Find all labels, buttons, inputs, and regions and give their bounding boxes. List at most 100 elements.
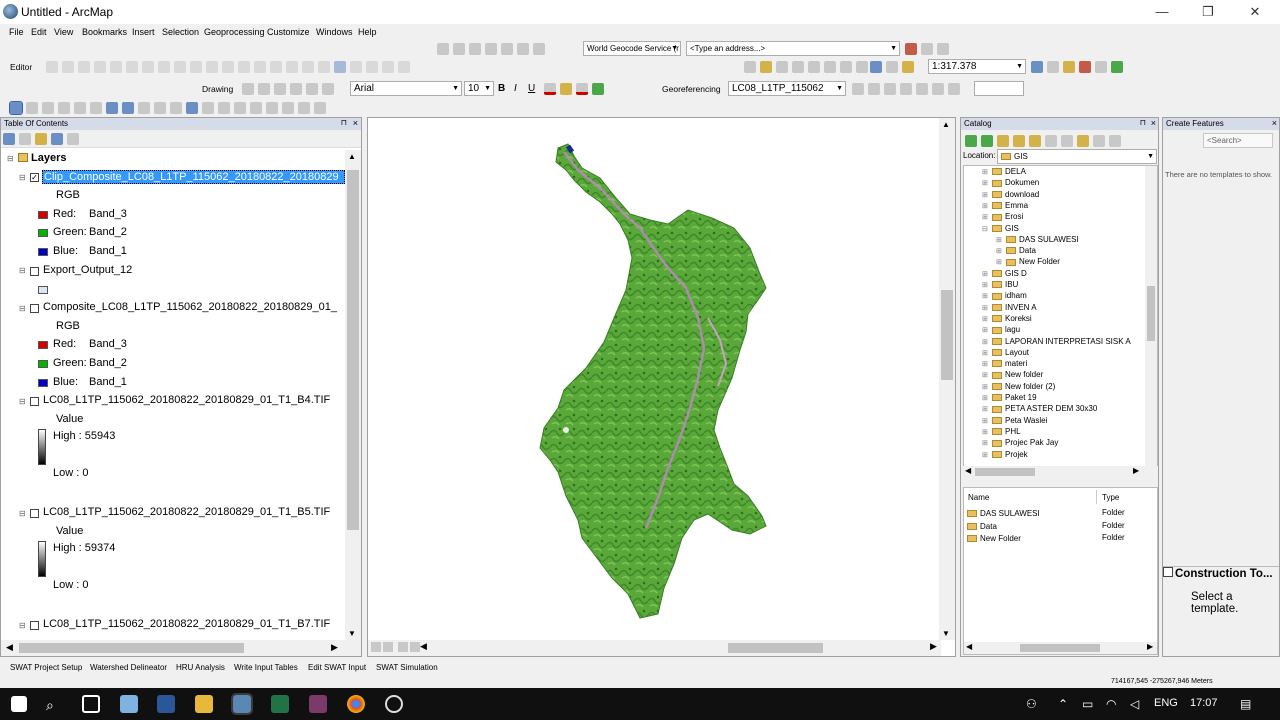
editor-toolbar-icon[interactable] bbox=[1031, 61, 1043, 73]
georef-tool-icon[interactable] bbox=[900, 83, 912, 95]
georef-layer-select[interactable]: LC08_L1TP_115062 ▼ bbox=[728, 81, 846, 96]
snap-icon[interactable] bbox=[469, 43, 481, 55]
expand-icon[interactable]: ⊞ bbox=[982, 439, 992, 447]
layer-name[interactable]: LC08_L1TP_115062_20180822_20180829_01_T1… bbox=[43, 394, 330, 406]
rotate-icon[interactable] bbox=[258, 83, 270, 95]
people-icon[interactable]: ⚇ bbox=[1026, 697, 1037, 711]
chevron-left-icon[interactable]: ◀ bbox=[6, 642, 13, 653]
expand-icon[interactable]: ⊞ bbox=[982, 315, 992, 323]
polygon-symbol[interactable] bbox=[38, 286, 48, 294]
expand-icon[interactable]: ⊞ bbox=[982, 338, 992, 346]
refresh-icon[interactable] bbox=[398, 642, 408, 652]
menu-file[interactable]: File bbox=[9, 27, 24, 37]
address-input[interactable]: <Type an address...> ▼ bbox=[686, 41, 900, 56]
list-item[interactable]: DAS SULAWESI Folder bbox=[967, 508, 1155, 520]
edit-tool-icon[interactable] bbox=[286, 61, 298, 73]
new-document-icon[interactable] bbox=[744, 61, 756, 73]
catalog-window-icon[interactable] bbox=[1063, 61, 1075, 73]
georef-tool-icon[interactable] bbox=[948, 83, 960, 95]
find-icon[interactable] bbox=[250, 102, 262, 114]
layer-visibility-checkbox[interactable]: ✓ bbox=[30, 173, 39, 182]
pause-drawing-icon[interactable] bbox=[410, 642, 420, 652]
georef-tool-icon[interactable] bbox=[916, 83, 928, 95]
forward-icon[interactable] bbox=[122, 102, 134, 114]
layer-name-selected[interactable]: Clip_Composite_LC08_L1TP_115062_20180822… bbox=[42, 170, 345, 184]
layer-visibility-checkbox[interactable] bbox=[30, 509, 39, 518]
catalog-tree-item[interactable]: ⊞ Erosi bbox=[982, 212, 1023, 221]
edit-tool-icon[interactable] bbox=[254, 61, 266, 73]
menu-customize[interactable]: Customize bbox=[267, 27, 310, 37]
back-icon[interactable] bbox=[965, 135, 977, 147]
catalog-tree-vscroll[interactable] bbox=[1145, 166, 1157, 466]
zoom-out-icon[interactable] bbox=[26, 102, 38, 114]
stretch-color-ramp[interactable] bbox=[38, 541, 46, 577]
full-extent-icon[interactable] bbox=[58, 102, 70, 114]
app-icon[interactable] bbox=[309, 695, 327, 713]
zoom-in-icon[interactable] bbox=[9, 101, 23, 115]
select-elements-icon[interactable] bbox=[170, 102, 182, 114]
scroll-thumb[interactable] bbox=[975, 468, 1035, 476]
menu-help[interactable]: Help bbox=[358, 27, 377, 37]
expand-icon[interactable]: ⊞ bbox=[982, 304, 992, 312]
chevron-up-icon[interactable]: ▲ bbox=[348, 152, 356, 161]
chevron-up-icon[interactable]: ▲ bbox=[942, 120, 950, 129]
menu-selection[interactable]: Selection bbox=[162, 27, 199, 37]
georef-extra-input[interactable] bbox=[974, 81, 1024, 96]
catalog-tree-item[interactable]: ⊞ Layout bbox=[982, 348, 1029, 357]
close-icon[interactable]: × bbox=[353, 118, 358, 128]
catalog-tree-item[interactable]: ⊞ Projec Pak Jay bbox=[982, 438, 1058, 447]
menu-windows[interactable]: Windows bbox=[316, 27, 353, 37]
column-header-name[interactable]: Name bbox=[968, 493, 989, 502]
layer-visibility-checkbox[interactable] bbox=[30, 304, 39, 313]
watershed-delineator-menu[interactable]: Watershed Delineator bbox=[90, 663, 167, 672]
pin-icon[interactable]: ⊓ bbox=[1140, 118, 1146, 127]
edit-tool-icon[interactable] bbox=[158, 61, 170, 73]
location-select[interactable]: GIS ▼ bbox=[997, 149, 1157, 164]
fixed-zoom-in-icon[interactable] bbox=[74, 102, 86, 114]
windows-start-icon[interactable] bbox=[11, 696, 27, 712]
python-icon[interactable] bbox=[1111, 61, 1123, 73]
app-icon[interactable] bbox=[385, 695, 403, 713]
font-name-select[interactable]: Arial ▼ bbox=[350, 81, 462, 96]
catalog-tree-item[interactable]: ⊞ LAPORAN INTERPRETASI SISK A bbox=[982, 337, 1131, 346]
cut-icon[interactable] bbox=[808, 61, 820, 73]
expand-icon[interactable]: ⊞ bbox=[982, 394, 992, 402]
catalog-tree-item[interactable]: ⊞ New folder bbox=[982, 370, 1043, 379]
catalog-tree-hscroll[interactable]: ◀ ▶ bbox=[963, 466, 1158, 478]
catalog-tree-item[interactable]: ⊞ Peta Waslei bbox=[982, 416, 1047, 425]
expand-icon[interactable]: ⊞ bbox=[982, 281, 992, 289]
catalog-list-hscroll[interactable]: ◀ ▶ bbox=[964, 642, 1157, 654]
search-window-icon[interactable] bbox=[1079, 61, 1091, 73]
list-by-selection-icon[interactable] bbox=[51, 133, 63, 145]
toc-horizontal-scrollbar[interactable]: ◀ ▶ bbox=[1, 640, 361, 656]
rectangle-icon[interactable] bbox=[290, 83, 302, 95]
data-frame-label[interactable]: Layers bbox=[31, 152, 66, 164]
edit-tool-icon[interactable] bbox=[142, 61, 154, 73]
expand-icon[interactable]: ⊞ bbox=[982, 270, 992, 278]
layout-view-icon[interactable] bbox=[383, 642, 393, 652]
font-size-select[interactable]: 10 ▼ bbox=[464, 81, 494, 96]
collapse-icon[interactable]: ⊟ bbox=[19, 397, 26, 406]
edit-tool-icon[interactable] bbox=[94, 61, 106, 73]
menu-insert[interactable]: Insert bbox=[132, 27, 155, 37]
catalog-tree-item[interactable]: ⊞ download bbox=[982, 190, 1039, 199]
catalog-tree-item[interactable]: ⊞ GIS D bbox=[982, 269, 1027, 278]
expand-icon[interactable]: ⊞ bbox=[982, 292, 992, 300]
clock[interactable]: 17:07 bbox=[1190, 697, 1218, 709]
expand-icon[interactable]: ⊞ bbox=[982, 371, 992, 379]
collapse-icon[interactable]: ⊟ bbox=[19, 509, 26, 518]
catalog-tree-item[interactable]: ⊟ GIS bbox=[982, 224, 1019, 233]
hyperlink-icon[interactable] bbox=[202, 102, 214, 114]
georeferencing-menu[interactable]: Georeferencing bbox=[662, 84, 721, 94]
georef-tool-icon[interactable] bbox=[868, 83, 880, 95]
snap-icon[interactable] bbox=[485, 43, 497, 55]
list-item[interactable]: New Folder Folder bbox=[967, 533, 1155, 545]
file-explorer-icon[interactable] bbox=[195, 695, 213, 713]
expand-icon[interactable]: ⊞ bbox=[996, 236, 1006, 244]
list-by-visibility-icon[interactable] bbox=[35, 133, 47, 145]
georef-tool-icon[interactable] bbox=[852, 83, 864, 95]
add-data-icon[interactable] bbox=[902, 61, 914, 73]
pan-icon[interactable] bbox=[42, 102, 54, 114]
expand-icon[interactable]: ⊞ bbox=[982, 360, 992, 368]
georef-tool-icon[interactable] bbox=[884, 83, 896, 95]
